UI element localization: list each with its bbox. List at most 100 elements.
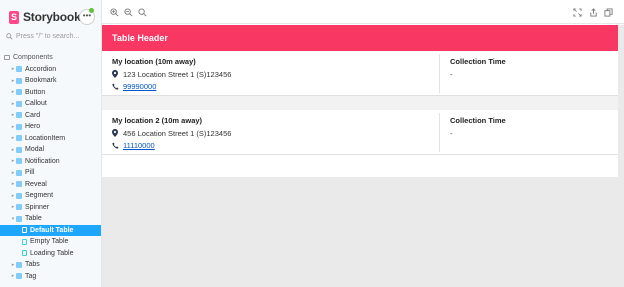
sidebar-item-reveal[interactable]: ▸ Reveal (0, 179, 101, 191)
collection-time-value: - (450, 129, 453, 138)
sidebar-item-label: Spinner (25, 203, 50, 211)
zoom-reset-icon (138, 8, 147, 17)
component-icon (16, 135, 22, 142)
preview-area: Table Header My location (10m away) 123 … (102, 0, 624, 287)
zoom-out-button[interactable] (124, 8, 133, 17)
sidebar-item-tag[interactable]: ▸ Tag (0, 271, 101, 283)
toolbar (102, 0, 624, 24)
sidebar-item-label: Tabs (25, 261, 40, 269)
sidebar-item-label: Table (25, 215, 42, 223)
component-icon (16, 100, 22, 107)
share-icon (590, 8, 597, 17)
sidebar-item-label: Button (25, 88, 46, 96)
location-title: My location (10m away) (112, 57, 196, 66)
sidebar-item-pill[interactable]: ▸ Pill (0, 167, 101, 179)
zoom-in-icon (110, 8, 119, 17)
scrollbar-track[interactable] (618, 25, 624, 287)
column-divider (439, 54, 440, 93)
location-phone-link[interactable]: 99990000 (123, 82, 156, 91)
sidebar-item-accordion[interactable]: ▸ Accordion (0, 64, 101, 76)
sidebar-item-label: Default Table (30, 226, 74, 234)
sidebar-item-table[interactable]: ▾ Table (0, 213, 101, 225)
sidebar-item-label: Pill (25, 169, 35, 177)
tree-root-components[interactable]: Components (0, 52, 101, 64)
brand[interactable]: S Storybook (9, 10, 81, 24)
table-header-title: Table Header (112, 33, 168, 43)
sidebar-item-card[interactable]: ▸ Card (0, 110, 101, 122)
location-phone-link[interactable]: 11110000 (123, 141, 155, 150)
row-gap (102, 96, 618, 110)
fullscreen-button[interactable] (573, 8, 582, 17)
copy-link-button[interactable] (604, 8, 613, 17)
sidebar-item-label: Reveal (25, 180, 47, 188)
sidebar-item-label: Notification (25, 157, 60, 165)
sidebar-item-tabs[interactable]: ▸ Tabs (0, 259, 101, 271)
table-row: My location (10m away) 123 Location Stre… (102, 51, 618, 96)
sidebar-item-label: Callout (25, 100, 47, 108)
component-icon (16, 204, 22, 211)
zoom-out-icon (124, 8, 133, 17)
story-canvas: Table Header My location (10m away) 123 … (102, 25, 624, 287)
zoom-reset-button[interactable] (138, 8, 147, 17)
sidebar-item-label: Bookmark (25, 77, 57, 85)
search-input[interactable]: Press "/" to search... (6, 31, 96, 42)
location-title: My location 2 (10m away) (112, 116, 203, 125)
search-placeholder: Press "/" to search... (16, 33, 80, 40)
table-row: My location 2 (10m away) 456 Location St… (102, 110, 618, 155)
table: Table Header My location (10m away) 123 … (102, 25, 618, 177)
sidebar-item-empty-table[interactable]: Empty Table (0, 236, 101, 248)
component-icon (16, 123, 22, 130)
brand-name: Storybook (23, 10, 81, 24)
component-icon (16, 77, 22, 84)
component-icon (16, 169, 22, 176)
sidebar-item-label: Segment (25, 192, 54, 200)
component-icon (16, 146, 22, 153)
sidebar-item-loading-table[interactable]: Loading Table (0, 248, 101, 260)
sidebar-item-hero[interactable]: ▸ Hero (0, 121, 101, 133)
group-icon (4, 55, 10, 61)
component-icon (16, 192, 22, 199)
sidebar-item-label: Empty Table (30, 238, 69, 246)
sidebar-item-label: Card (25, 111, 41, 119)
sidebar-item-default-table[interactable]: Default Table (0, 224, 101, 236)
collection-time-label: Collection Time (450, 116, 506, 125)
sidebar-item-label: Accordion (25, 65, 57, 73)
story-icon (22, 227, 27, 234)
component-icon (16, 158, 22, 165)
phone-icon (112, 83, 119, 90)
storybook-logo-icon: S (9, 10, 19, 24)
collection-time-label: Collection Time (450, 57, 506, 66)
search-icon (6, 33, 13, 40)
story-icon (22, 250, 27, 257)
map-pin-icon (112, 70, 118, 78)
sidebar-item-label: Modal (25, 146, 45, 154)
sidebar-item-label: Loading Table (30, 249, 74, 257)
sidebar-item-modal[interactable]: ▸ Modal (0, 144, 101, 156)
phone-icon (112, 142, 119, 149)
sidebar-item-callout[interactable]: ▸ Callout (0, 98, 101, 110)
table-header: Table Header (102, 25, 618, 51)
component-icon (16, 66, 22, 73)
component-icon (16, 273, 22, 280)
map-pin-icon (112, 129, 118, 137)
sidebar-item-segment[interactable]: ▸ Segment (0, 190, 101, 202)
sidebar: S Storybook ••• Press "/" to search... C… (0, 0, 102, 287)
sidebar-item-locationitem[interactable]: ▸ LocationItem (0, 133, 101, 145)
sidebar-item-spinner[interactable]: ▸ Spinner (0, 202, 101, 214)
zoom-in-button[interactable] (110, 8, 119, 17)
sidebar-item-button[interactable]: ▸ Button (0, 87, 101, 99)
component-icon (16, 215, 22, 222)
fullscreen-icon (573, 8, 582, 17)
sidebar-item-bookmark[interactable]: ▸ Bookmark (0, 75, 101, 87)
share-button[interactable] (589, 8, 598, 17)
location-address: 456 Location Street 1 (S)123456 (123, 129, 232, 138)
sidebar-item-label: Hero (25, 123, 41, 131)
update-indicator (89, 8, 94, 13)
sidebar-item-notification[interactable]: ▸ Notification (0, 156, 101, 168)
collection-time-value: - (450, 70, 453, 79)
story-icon (22, 238, 27, 245)
component-icon (16, 112, 22, 119)
sidebar-item-label: LocationItem (25, 134, 66, 142)
component-icon (16, 181, 22, 188)
component-icon (16, 89, 22, 96)
